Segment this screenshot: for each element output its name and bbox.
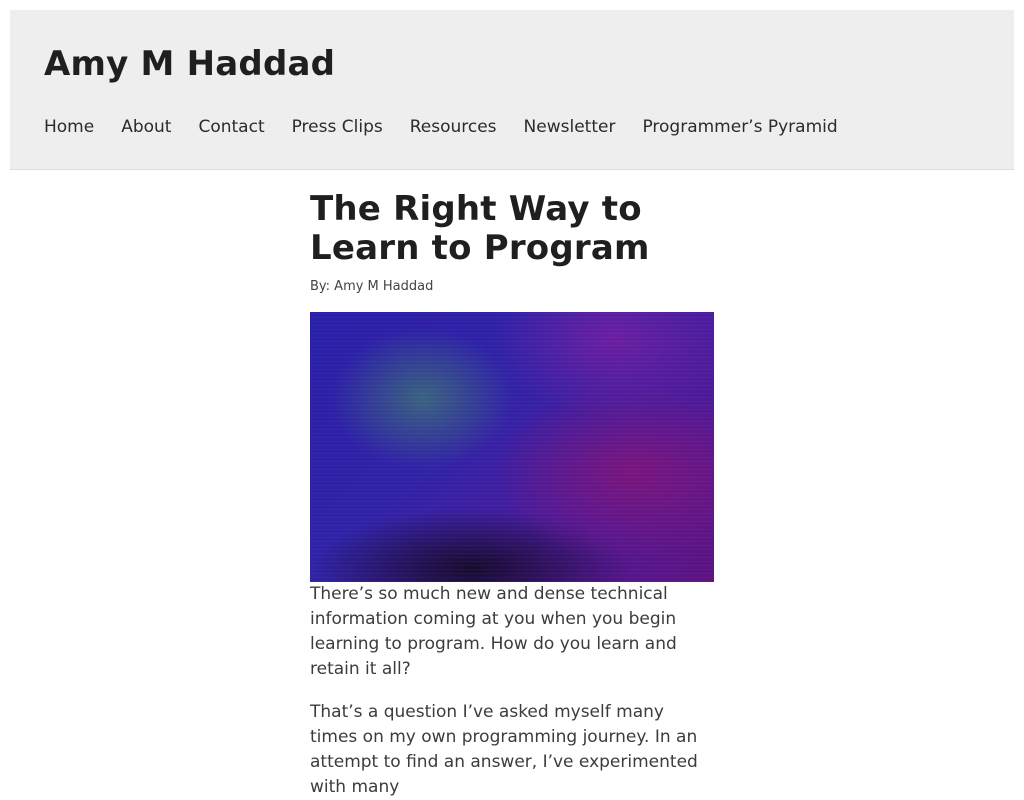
- nav-newsletter[interactable]: Newsletter: [524, 114, 616, 140]
- featured-image: [310, 312, 714, 582]
- article-paragraph: That’s a question I’ve asked myself many…: [310, 702, 698, 797]
- article: The Right Way to Learn to Program By: Am…: [310, 190, 714, 800]
- nav-press-clips[interactable]: Press Clips: [292, 114, 383, 140]
- post-byline: By: Amy M Haddad: [310, 279, 434, 294]
- site-title[interactable]: Amy M Haddad: [44, 44, 335, 84]
- nav-home[interactable]: Home: [44, 114, 94, 140]
- nav-resources[interactable]: Resources: [410, 114, 497, 140]
- nav-contact[interactable]: Contact: [198, 114, 264, 140]
- site-header: Amy M Haddad Home About Contact Press Cl…: [10, 10, 1014, 170]
- nav-programmers-pyramid[interactable]: Programmer’s Pyramid: [642, 114, 837, 140]
- post-title: The Right Way to Learn to Program: [310, 189, 650, 268]
- article-paragraph: There’s so much new and dense technical …: [310, 584, 677, 679]
- nav-about[interactable]: About: [121, 114, 171, 140]
